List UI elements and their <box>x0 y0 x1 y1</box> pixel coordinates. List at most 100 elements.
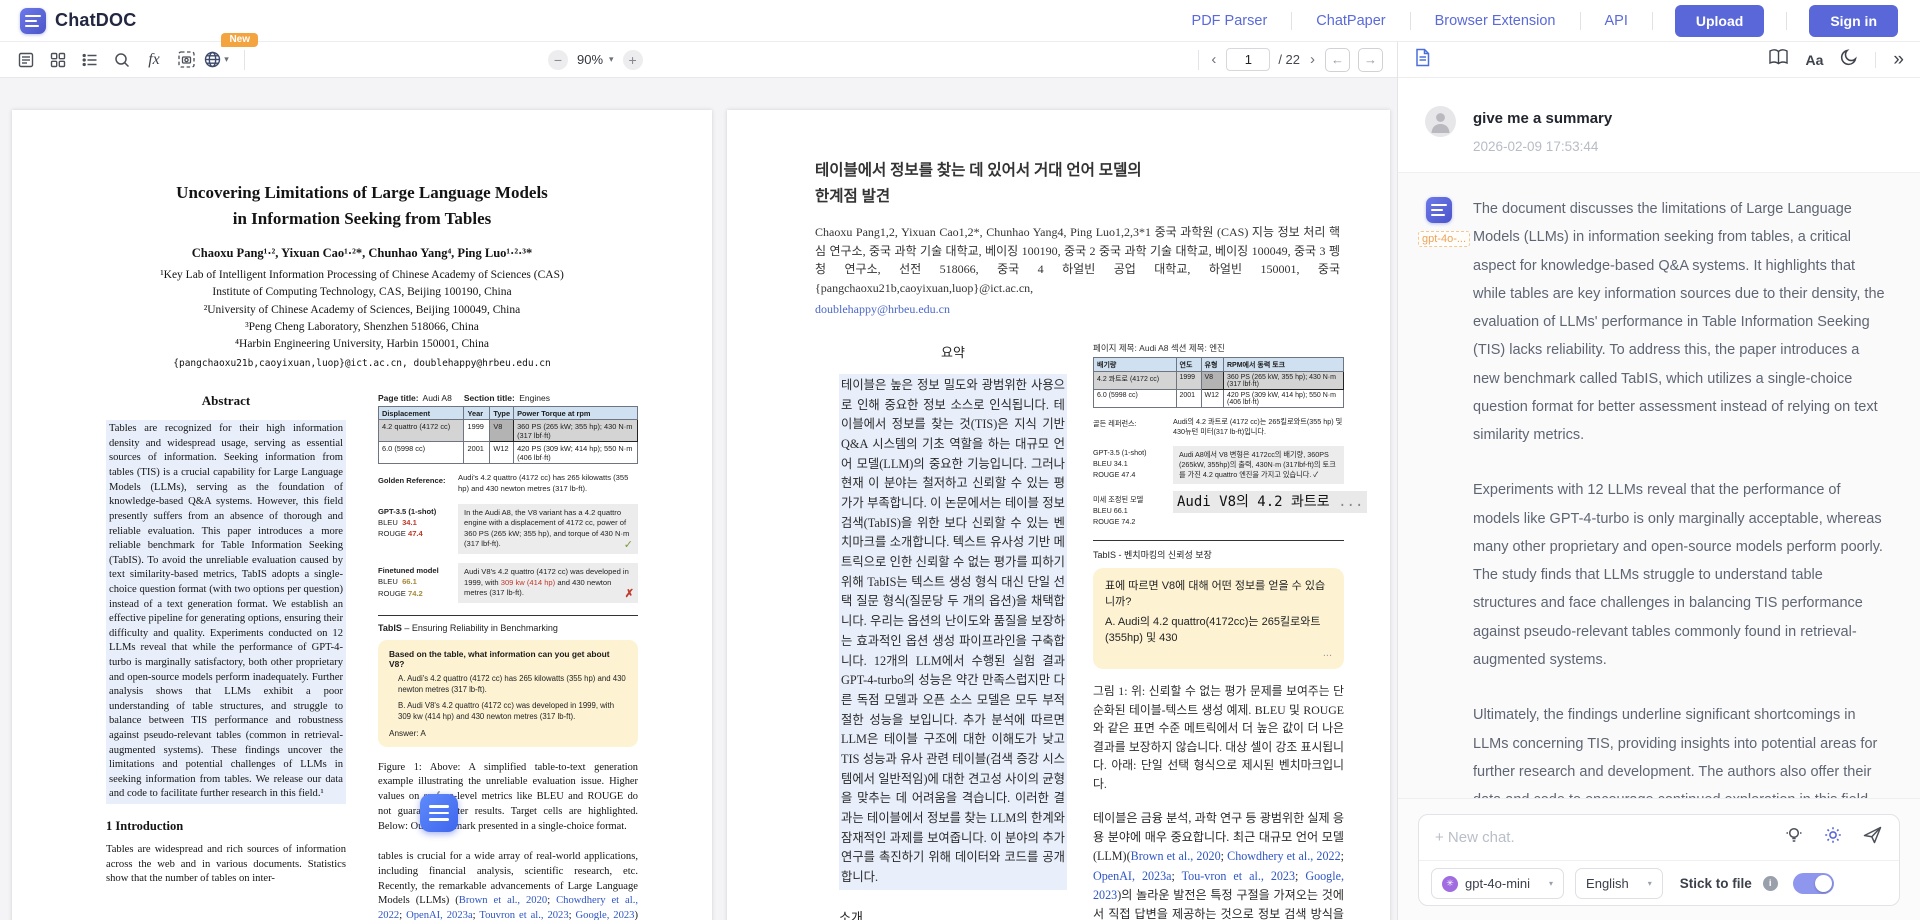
nav-api[interactable]: API <box>1581 13 1652 29</box>
chatdoc-logo[interactable]: ChatDOC <box>20 8 136 34</box>
upload-button[interactable]: Upload <box>1675 5 1764 37</box>
nav-divider <box>1786 12 1787 30</box>
assistant-answer: The document discusses the limitations o… <box>1473 195 1886 855</box>
floating-quick-menu-button[interactable] <box>420 794 458 832</box>
previous-page-button[interactable]: ‹ <box>1209 51 1218 68</box>
page-number-input[interactable] <box>1226 48 1270 71</box>
pdf-page-korean: 테이블에서 정보를 찾는 데 있어서 거대 언어 모델의 한계점 발견 Chao… <box>727 110 1390 920</box>
new-badge: New <box>221 33 258 47</box>
single-choice-box: Based on the table, what information can… <box>378 640 638 747</box>
user-message: give me a summary 2026-02-09 17:53:44 <box>1398 78 1920 173</box>
figure-table: Displacement Year Type Power Torque at r… <box>378 406 638 464</box>
info-icon[interactable]: i <box>1763 876 1778 891</box>
toolbar-divider <box>244 50 245 70</box>
nav-pdf-parser[interactable]: PDF Parser <box>1168 13 1292 29</box>
cross-icon: ✗ <box>625 587 634 602</box>
email-link[interactable]: doublehappy@hrbeu.edu.cn <box>815 300 1340 319</box>
abstract-text-highlighted: Tables are recognized for their high inf… <box>106 420 346 804</box>
chat-toolbar: Aa » <box>1398 42 1920 78</box>
outline-list-icon[interactable] <box>74 45 106 75</box>
model-tag: gpt-4o-... <box>1418 231 1470 247</box>
collapse-panel-icon[interactable]: » <box>1893 50 1904 69</box>
figure-divider <box>1093 540 1344 541</box>
table-row: 6.0 (5998 cc) 2001 W12 420 PS (309 kW, 4… <box>1094 390 1344 408</box>
next-page-button[interactable]: › <box>1308 51 1317 68</box>
paper-affiliations: ¹Key Lab of Intelligent Information Proc… <box>12 267 712 353</box>
suggestions-lightbulb-icon[interactable] <box>1784 825 1804 850</box>
user-avatar <box>1425 106 1456 137</box>
tabis-heading-korean: TabIS - 벤치마킹의 신뢰성 보장 <box>1093 548 1344 561</box>
introduction-heading: 1 Introduction <box>106 819 346 834</box>
language-select-value: English <box>1586 876 1629 891</box>
assistant-message: gpt-4o-... The document discusses the li… <box>1398 173 1920 872</box>
chat-input-area: ✳ gpt-4o-mini ▾ English ▾ Stick to file … <box>1398 798 1920 920</box>
abstract-text-korean-highlighted: 테이블은 높은 정보 밀도와 광범위한 사용으로 인해 중요한 정보 소스로 인… <box>839 374 1067 889</box>
chevron-down-icon: ▾ <box>1549 879 1553 888</box>
gpt35-row: GPT-3.5 (1-shot) BLEU 34.1 ROUGE 47.4 In… <box>378 504 638 555</box>
signin-button[interactable]: Sign in <box>1809 5 1898 37</box>
abstract-heading-korean: 요약 <box>839 342 1067 361</box>
app-header: ChatDOC PDF Parser ChatPaper Browser Ext… <box>0 0 1920 42</box>
chevron-down-icon: ▾ <box>224 54 229 65</box>
zoom-in-button[interactable]: + <box>623 50 643 70</box>
page-navigation: ‹ / 22 › ← → <box>1196 42 1397 77</box>
paper-authors: Chaoxu Pang¹·², Yixuan Cao¹·²*, Chunhao … <box>12 246 712 261</box>
paper-title: Uncovering Limitations of Large Language… <box>12 180 712 231</box>
search-icon[interactable] <box>106 45 138 75</box>
send-icon[interactable] <box>1862 825 1883 850</box>
history-forward-button[interactable]: → <box>1358 48 1383 72</box>
openai-logo-icon: ✳ <box>1442 876 1458 892</box>
table-row: 4.2 quattro (4172 cc) 1999 V8 360 PS (26… <box>379 420 638 442</box>
header-nav: PDF Parser ChatPaper Browser Extension A… <box>1168 5 1898 37</box>
screenshot-icon[interactable] <box>170 45 202 75</box>
font-settings-icon[interactable]: Aa <box>1806 52 1824 68</box>
nav-chatpaper[interactable]: ChatPaper <box>1292 13 1409 29</box>
nav-browser-extension[interactable]: Browser Extension <box>1411 13 1580 29</box>
document-file-icon[interactable] <box>1414 48 1431 72</box>
formula-icon[interactable]: fx <box>138 45 170 75</box>
book-open-icon[interactable] <box>1768 48 1789 71</box>
chatdoc-logo-text: ChatDOC <box>55 10 136 31</box>
grid-view-icon[interactable] <box>42 45 74 75</box>
thumbnail-panel-icon[interactable] <box>10 45 42 75</box>
zoom-controls: − 90% ▾ + <box>548 42 643 77</box>
figure-table-meta: Page title: Audi A8Section title: Engine… <box>378 393 638 403</box>
chat-settings-gear-icon[interactable] <box>1823 825 1843 850</box>
viewer-toolbar: fx ▾ New − 90% ▾ + <box>0 42 1397 78</box>
pdf-viewer: fx ▾ New − 90% ▾ + <box>0 42 1397 920</box>
history-back-button[interactable]: ← <box>1325 48 1350 72</box>
figure-caption: Figure 1: Above: A simplified table-to-t… <box>378 761 638 835</box>
chat-input-box: ✳ gpt-4o-mini ▾ English ▾ Stick to file … <box>1418 814 1900 906</box>
zoom-out-button[interactable]: − <box>548 50 568 70</box>
korean-left-column: 요약 테이블은 높은 정보 밀도와 광범위한 사용으로 인해 중요한 정보 소스… <box>839 342 1067 920</box>
translate-menu[interactable]: ▾ New <box>202 45 234 75</box>
golden-reference-row-korean: 골든 레퍼런스: Audi의 4.2 콰트로 (4172 cc)는 265킬로와… <box>1093 417 1344 437</box>
message-timestamp: 2026-02-09 17:53:44 <box>1473 139 1892 154</box>
pdf-page-english: Uncovering Limitations of Large Language… <box>12 110 712 920</box>
model-select[interactable]: ✳ gpt-4o-mini ▾ <box>1431 868 1564 899</box>
new-chat-input[interactable] <box>1435 829 1772 846</box>
chat-messages[interactable]: give me a summary 2026-02-09 17:53:44 gp… <box>1398 78 1920 920</box>
assistant-avatar-icon <box>1426 197 1452 223</box>
chat-panel: Aa » give me a summary 2026-02-09 17:53:… <box>1397 42 1920 920</box>
introduction-text: Tables are widespread and rich sources o… <box>106 843 346 887</box>
toolbar-divider <box>1198 50 1199 70</box>
assistant-meta: gpt-4o-... <box>1418 195 1473 855</box>
stick-to-file-label: Stick to file <box>1680 876 1752 891</box>
paper-authors-korean: Chaoxu Pang1,2, Yixuan Cao1,2*, Chunhao … <box>815 223 1340 318</box>
gpt35-row-korean: GPT-3.5 (1-shot) BLEU 34.1 ROUGE 47.4 Au… <box>1093 446 1344 484</box>
introduction-heading-korean: 소개 <box>839 907 1067 920</box>
paper-emails: {pangchaoxu21b,caoyixuan,luop}@ict.ac.cn… <box>12 358 712 369</box>
stick-to-file-toggle[interactable] <box>1793 873 1834 894</box>
single-choice-box-korean: 표에 따르면 V8에 대해 어떤 정보를 얻을 수 있습니까? A. Audi의… <box>1093 568 1344 669</box>
table-row: 4.2 콰트로 (4172 cc) 1999 V8 360 PS (265 kW… <box>1094 372 1344 390</box>
pdf-pages-area[interactable]: arXiv:2406.04113v1 [cs.CL] 6 Jun 2024 Un… <box>0 78 1397 920</box>
zoom-level-select[interactable]: 90% ▾ <box>577 52 614 67</box>
finetuned-row-korean: 미세 조정된 모델 BLEU 66.1 ROUGE 74.2 Audi V8의 … <box>1093 493 1344 527</box>
paper-left-column: Abstract Tables are recognized for their… <box>106 393 346 920</box>
answer-paragraph: The document discusses the limitations o… <box>1473 195 1886 449</box>
language-select[interactable]: English ▾ <box>1575 868 1663 899</box>
dark-mode-moon-icon[interactable] <box>1840 48 1858 71</box>
chevron-down-icon: ▾ <box>1648 879 1652 888</box>
table-row: 6.0 (5998 cc) 2001 W12 420 PS (309 kW; 4… <box>379 442 638 464</box>
